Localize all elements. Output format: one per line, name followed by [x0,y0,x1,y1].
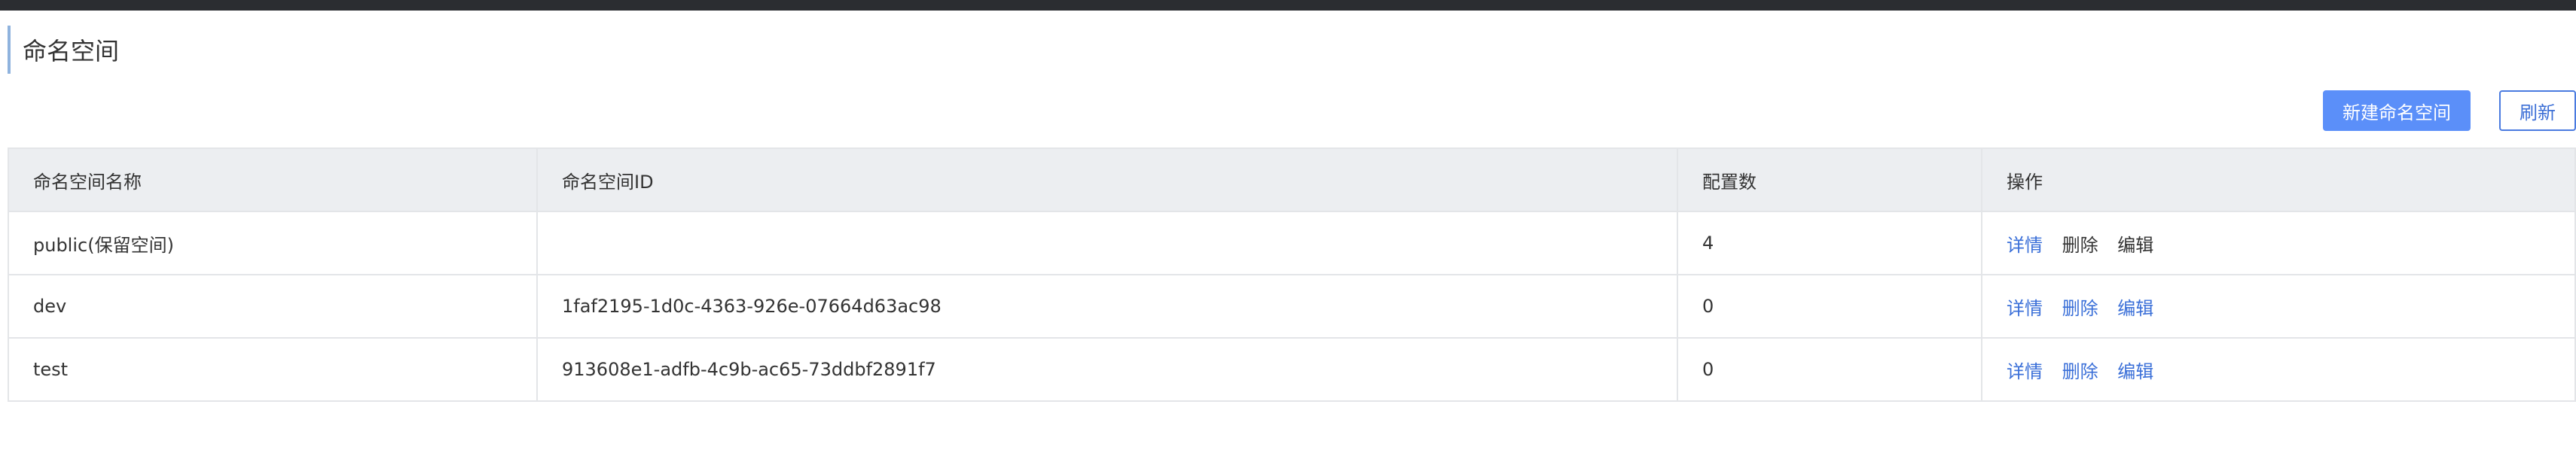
table-row: dev 1faf2195-1d0c-4363-926e-07664d63ac98… [8,274,2576,339]
table-row: public(保留空间) 4 详情 删除 编辑 [8,211,2576,275]
edit-link-disabled: 编辑 [2117,234,2154,256]
new-namespace-button[interactable]: 新建命名空间 [2323,90,2471,131]
column-header-config-count: 配置数 [1677,147,1982,212]
detail-link[interactable]: 详情 [2007,230,2043,257]
namespace-id-cell: 913608e1-adfb-4c9b-ac65-73ddbf2891f7 [536,337,1678,402]
top-bar [0,0,2576,11]
detail-link[interactable]: 详情 [2007,357,2043,383]
delete-link[interactable]: 删除 [2062,357,2098,383]
namespace-name-cell: dev [8,274,538,339]
edit-link[interactable]: 编辑 [2117,357,2153,383]
page-header: 命名空间 [8,26,119,74]
column-header-name: 命名空间名称 [8,147,538,212]
refresh-button[interactable]: 刷新 [2499,90,2576,131]
operations-cell: 详情 删除 编辑 [1981,274,2576,339]
delete-link[interactable]: 删除 [2062,293,2098,320]
operations-cell: 详情 删除 编辑 [1981,337,2576,402]
namespace-name-cell: test [8,337,538,402]
config-count-cell: 0 [1677,274,1982,339]
column-header-operations: 操作 [1981,147,2576,212]
page-title: 命名空间 [23,37,120,65]
column-header-id: 命名空间ID [536,147,1678,212]
edit-link[interactable]: 编辑 [2117,293,2153,320]
detail-link[interactable]: 详情 [2007,293,2043,320]
config-count-cell: 4 [1677,211,1982,275]
namespace-table: 命名空间名称 命名空间ID 配置数 操作 public(保留空间) 4 详情 删… [8,147,2576,402]
namespace-id-cell: 1faf2195-1d0c-4363-926e-07664d63ac98 [536,274,1678,339]
table-row: test 913608e1-adfb-4c9b-ac65-73ddbf2891f… [8,337,2576,402]
table-header-row: 命名空间名称 命名空间ID 配置数 操作 [8,147,2576,212]
config-count-cell: 0 [1677,337,1982,402]
operations-cell: 详情 删除 编辑 [1981,211,2576,275]
namespace-id-cell [536,211,1678,275]
delete-link-disabled: 删除 [2062,234,2098,256]
namespace-name-cell: public(保留空间) [8,211,538,275]
